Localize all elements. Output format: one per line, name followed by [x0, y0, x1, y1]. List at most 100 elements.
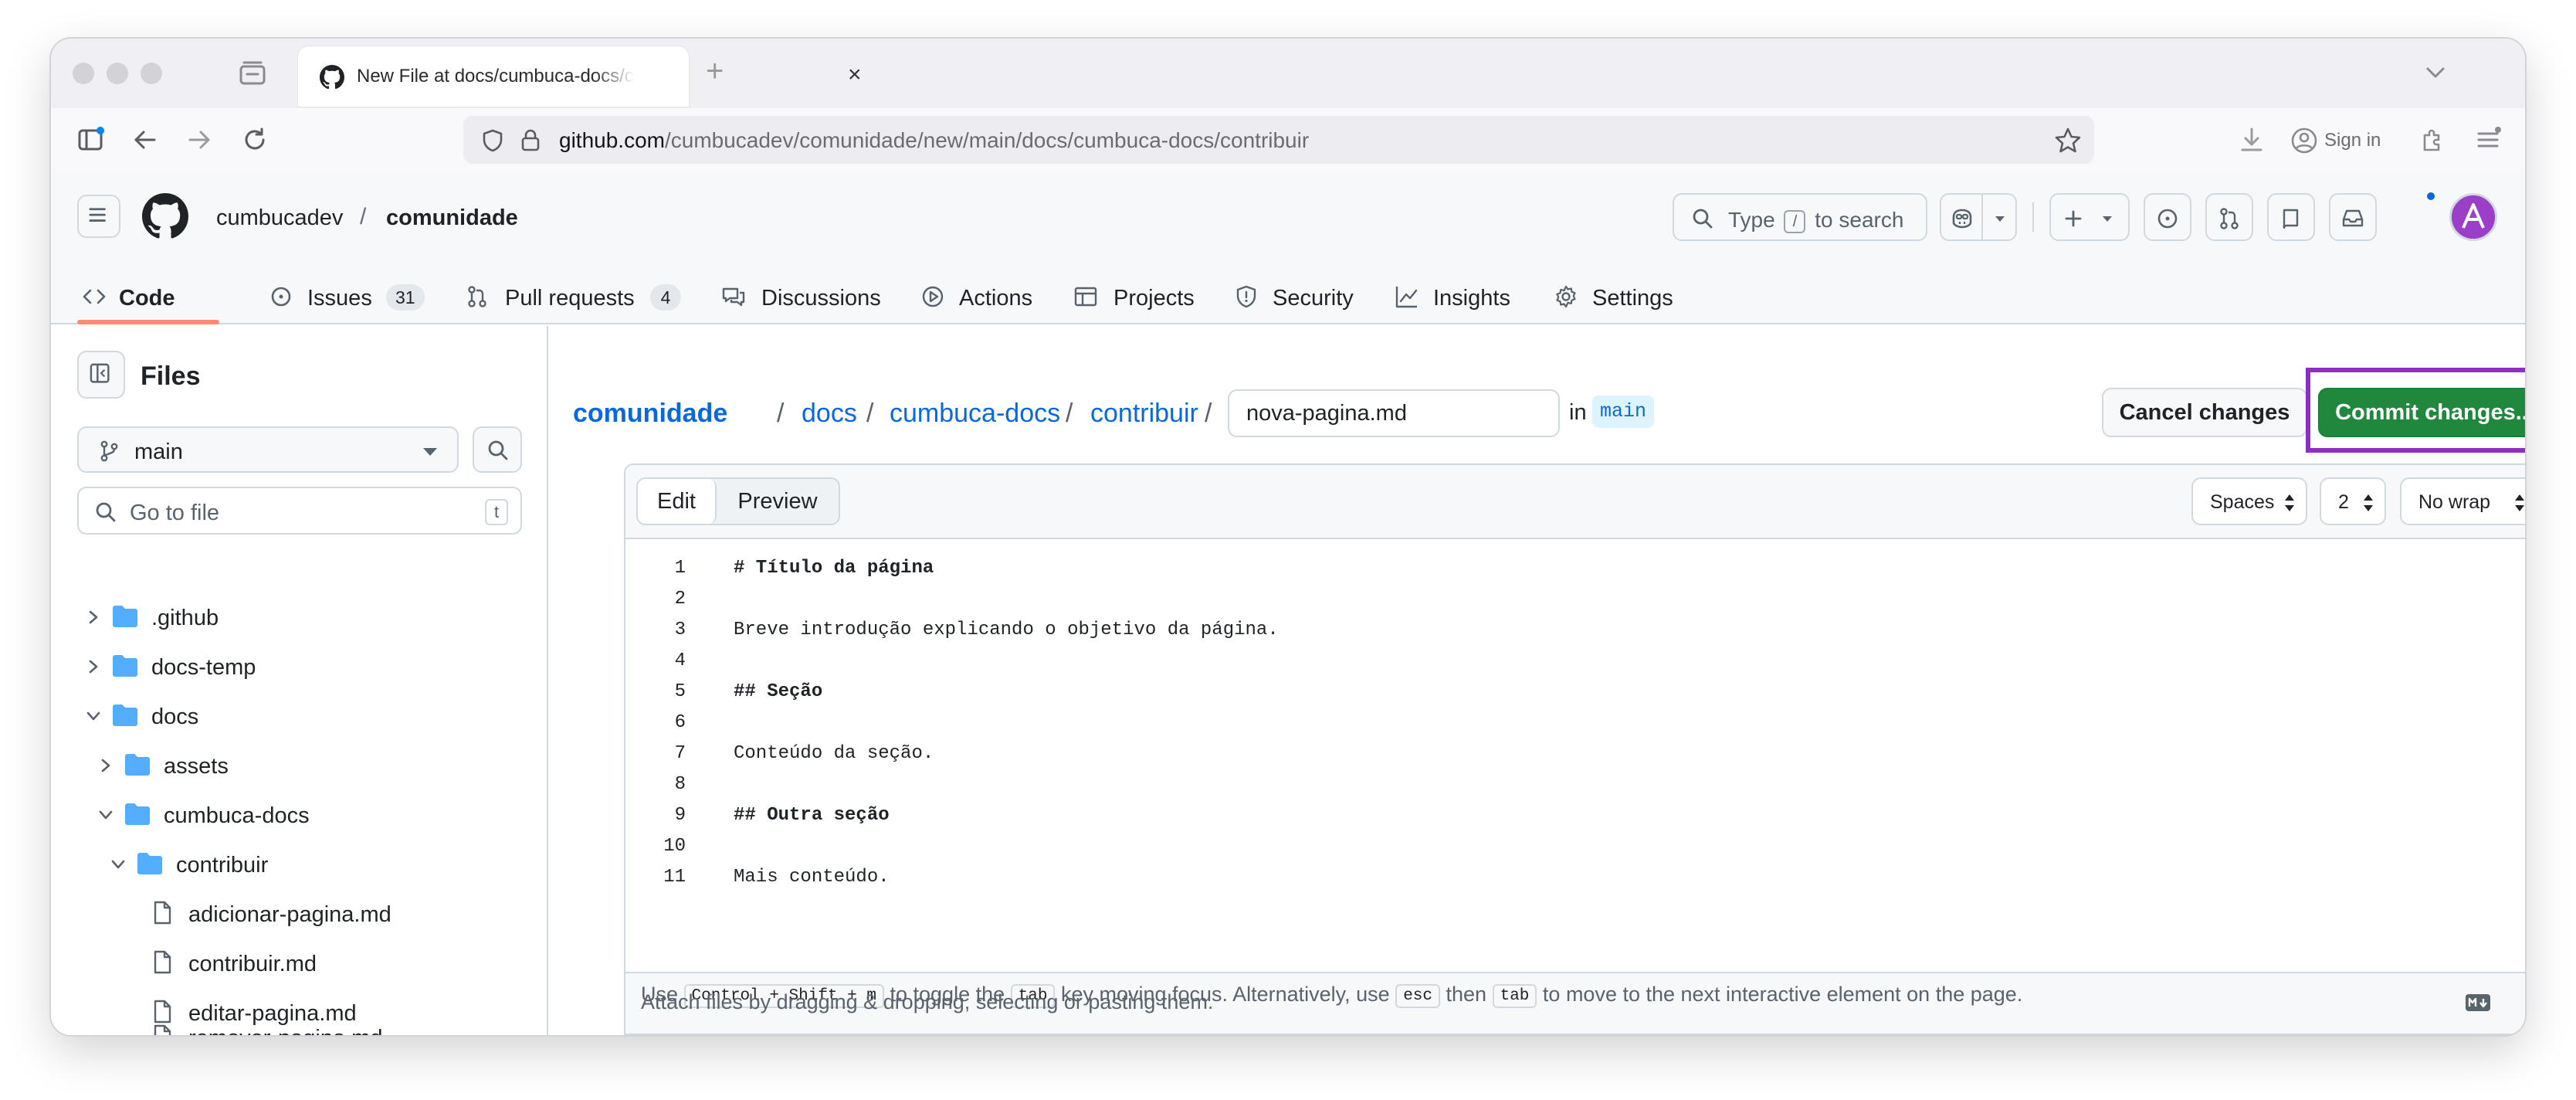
breadcrumb-docs[interactable]: docs: [802, 399, 857, 429]
window-close-button[interactable]: [73, 63, 94, 84]
inbox-button[interactable]: [2329, 193, 2377, 241]
search-hint: Type / to search: [1728, 208, 1903, 233]
tab-projects[interactable]: Projects: [1073, 270, 1205, 324]
tab-issues[interactable]: Issues 31: [218, 270, 442, 324]
reload-icon[interactable]: [239, 124, 270, 155]
downloads-icon[interactable]: [2236, 124, 2267, 155]
chevron-down-icon[interactable]: [2420, 57, 2451, 88]
repo-owner-link[interactable]: cumbucadev: [216, 205, 343, 231]
inbox-icon: [2342, 209, 2364, 227]
tab-pull-requests[interactable]: Pull requests 4: [465, 270, 689, 324]
tree-item-name: contribuir: [176, 853, 269, 878]
browser-tab-active[interactable]: New File at docs/cumbuca-docs/contribuir…: [298, 46, 862, 107]
graph-icon: [1395, 287, 1418, 308]
breadcrumb-contribuir[interactable]: contribuir: [1090, 399, 1198, 429]
attach-files-hint[interactable]: Attach files by dragging & dropping, sel…: [641, 990, 1213, 1014]
window-zoom-button[interactable]: [141, 63, 162, 84]
tab-preview[interactable]: Preview: [717, 479, 839, 524]
repo-name-link[interactable]: comunidade: [386, 205, 518, 231]
indent-size-select[interactable]: 2: [2320, 477, 2386, 525]
tab-discussions[interactable]: Discussions: [721, 270, 899, 324]
lock-icon[interactable]: [519, 127, 542, 152]
go-to-file-input[interactable]: Go to file t: [77, 487, 522, 535]
window-minimize-button[interactable]: [107, 63, 128, 84]
tree-item[interactable]: .github: [77, 595, 522, 640]
tab-settings[interactable]: Settings: [1554, 270, 1693, 324]
search-icon: [488, 440, 508, 460]
address-bar[interactable]: github.com/cumbucadev/comunidade/new/mai…: [463, 116, 2094, 164]
tree-item[interactable]: contribuir.md: [77, 941, 522, 986]
cancel-changes-button[interactable]: Cancel changes: [2102, 388, 2307, 437]
indent-mode-select[interactable]: Spaces: [2191, 477, 2307, 525]
tab-issues-label: Issues: [307, 286, 372, 311]
breadcrumb-cumbuca-docs[interactable]: cumbuca-docs: [890, 399, 1060, 429]
issues-button[interactable]: [2144, 193, 2191, 241]
tab-stack-icon[interactable]: [238, 60, 267, 87]
firefox-sign-in-button[interactable]: Sign in: [2284, 116, 2397, 164]
tree-item[interactable]: docs-temp: [77, 644, 522, 689]
hint-text-3: to move to the next interactive element …: [1542, 983, 2023, 1006]
discussion-icon: [722, 287, 745, 307]
in-branch-label: in: [1569, 400, 1587, 425]
avatar-letter-icon: [2452, 195, 2495, 239]
wrap-mode-select[interactable]: No wrap: [2400, 477, 2525, 525]
line-text: ## Outra seção: [734, 805, 890, 826]
tab-code-label: Code: [119, 286, 175, 311]
copilot-button[interactable]: [1940, 193, 1983, 241]
extensions-icon[interactable]: [2417, 124, 2448, 155]
line-number: 11: [663, 867, 686, 888]
line-number: 7: [674, 743, 686, 764]
breadcrumb-separator: /: [777, 399, 785, 428]
tab-actions[interactable]: Actions: [920, 270, 1044, 324]
new-tab-icon[interactable]: +: [706, 56, 724, 87]
bookmark-star-icon[interactable]: [2052, 125, 2083, 156]
tab-security-label: Security: [1273, 286, 1354, 311]
code-line: 9 ## Outra seção: [625, 800, 2525, 831]
sidebar-toggle-icon[interactable]: [76, 124, 107, 155]
pull-requests-count-badge: 4: [650, 284, 681, 311]
tree-item[interactable]: docs: [77, 694, 522, 738]
back-arrow-icon[interactable]: [130, 124, 161, 155]
tree-item[interactable]: adicionar-pagina.md: [77, 891, 522, 936]
repositories-button[interactable]: [2267, 193, 2315, 241]
git-branch-icon: [100, 440, 118, 462]
tab-code[interactable]: Code: [82, 270, 218, 324]
tracking-protection-shield-icon[interactable]: [480, 128, 505, 153]
owner-repo-separator: /: [360, 204, 367, 229]
avatar[interactable]: [2449, 193, 2497, 241]
tree-item[interactable]: remover-pagina.md: [77, 1015, 522, 1035]
copilot-menu-button[interactable]: [1981, 193, 2017, 241]
tree-item-name: docs: [151, 704, 199, 729]
tab-insights[interactable]: Insights: [1395, 270, 1526, 324]
global-menu-button[interactable]: [77, 195, 120, 238]
create-new-button[interactable]: [2049, 193, 2130, 241]
gear-icon: [1556, 285, 1576, 308]
tree-search-button[interactable]: [473, 426, 522, 473]
line-number: 4: [674, 650, 686, 671]
tab-security[interactable]: Security: [1234, 270, 1373, 324]
collapse-file-tree-button[interactable]: [77, 351, 125, 399]
app-menu-icon[interactable]: [2473, 124, 2503, 155]
breadcrumb-separator: /: [866, 399, 874, 428]
commit-changes-button[interactable]: Commit changes...: [2318, 388, 2525, 437]
account-icon: [2291, 127, 2317, 154]
filename-input[interactable]: [1228, 389, 1560, 437]
line-number: 1: [674, 558, 686, 579]
forward-arrow-icon[interactable]: [184, 124, 215, 155]
code-text-area[interactable]: 1 # Título da página 2 3 Breve introdução …: [625, 539, 2525, 972]
line-text: ## Seção: [734, 681, 823, 702]
tree-item[interactable]: assets: [77, 743, 522, 788]
tab-edit[interactable]: Edit: [638, 479, 717, 524]
tree-item[interactable]: contribuir: [77, 842, 522, 887]
updown-caret-icon: [2285, 494, 2294, 511]
breadcrumb-repo[interactable]: comunidade: [573, 399, 727, 429]
play-icon: [922, 286, 944, 307]
github-logo-icon[interactable]: [142, 193, 188, 239]
chevron-down-icon: [99, 810, 113, 820]
global-search-button[interactable]: Type / to search: [1673, 193, 1927, 241]
pull-requests-button[interactable]: [2205, 193, 2253, 241]
branch-picker-button[interactable]: main: [77, 426, 459, 473]
branch-badge: main: [1592, 396, 1655, 428]
tree-item[interactable]: cumbuca-docs: [77, 793, 522, 837]
code-editor: Edit Preview Spaces 2 No wrap 1 # Título …: [624, 463, 2525, 1035]
